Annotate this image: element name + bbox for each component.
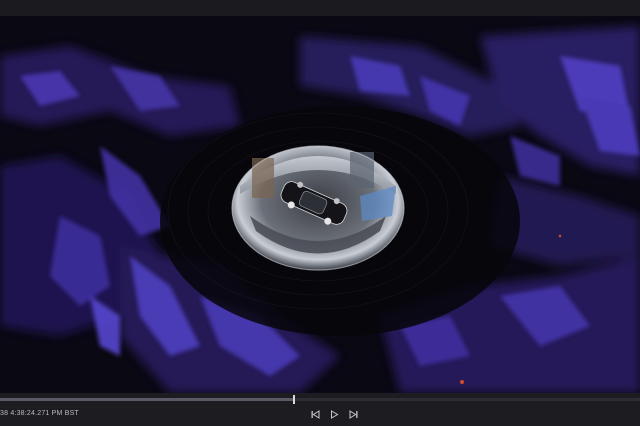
top-toolbar <box>0 0 640 17</box>
playback-bar: 38 4:38:24.271 PM BST <box>0 393 640 426</box>
timeline-progress <box>0 398 295 401</box>
step-backward-icon[interactable] <box>310 409 321 420</box>
playback-timestamp: 38 4:38:24.271 PM BST <box>0 410 79 417</box>
point-cloud-scene <box>0 16 640 393</box>
point-marker <box>460 380 464 384</box>
playback-controls <box>310 408 359 420</box>
timeline-track[interactable] <box>0 395 640 404</box>
step-forward-icon[interactable] <box>348 409 359 420</box>
3d-viewport[interactable] <box>0 16 640 393</box>
point-marker <box>558 234 562 238</box>
timeline-scrubber-handle[interactable] <box>293 395 296 404</box>
play-icon[interactable] <box>329 409 340 420</box>
